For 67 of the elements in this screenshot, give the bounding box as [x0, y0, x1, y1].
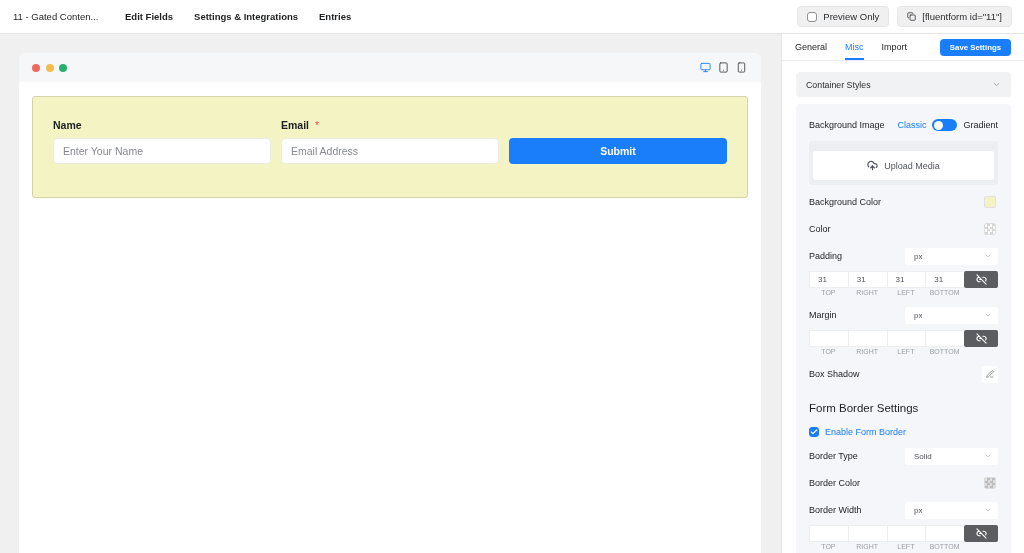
shortcode-button[interactable]: [fluentform id="11"] — [897, 6, 1012, 27]
setting-label: Border Width — [809, 505, 862, 515]
dot-icon — [59, 63, 67, 72]
checkbox[interactable] — [809, 426, 819, 437]
unlink-button[interactable] — [964, 525, 998, 542]
chevron-down-icon — [984, 252, 992, 260]
tablet-icon[interactable] — [718, 62, 729, 73]
spacing-input[interactable]: 31 — [886, 271, 926, 288]
copy-icon — [907, 12, 917, 21]
checkerboard-icon[interactable] — [984, 477, 996, 489]
setting-label: Background Image — [809, 120, 885, 130]
unlink-button[interactable] — [964, 330, 998, 347]
pen-icon — [986, 370, 994, 378]
settings-tab[interactable]: Import — [881, 34, 908, 60]
setting-label: Box Shadow — [809, 369, 860, 379]
form-title: 11 - Gated Conten... — [13, 11, 100, 22]
upload-media-button[interactable]: Upload Media — [813, 151, 994, 180]
dot-icon — [32, 63, 40, 72]
edit-shadow-button[interactable] — [982, 365, 998, 383]
crossed-link-icon — [975, 274, 987, 285]
spacing-input[interactable]: 31 — [847, 271, 887, 288]
chevron-down-icon — [984, 452, 992, 460]
crossed-link-icon — [975, 528, 987, 539]
spacing-input[interactable]: 31 — [809, 271, 848, 288]
chevron-down-icon — [984, 311, 992, 319]
phone-icon[interactable] — [736, 62, 747, 73]
required-mark: * — [315, 119, 320, 131]
spacing-input[interactable] — [925, 525, 964, 542]
spacing-input[interactable]: 31 — [925, 271, 964, 288]
text-input[interactable]: Enter Your Name — [53, 138, 271, 164]
checkbox[interactable] — [807, 11, 818, 22]
chevron-down-icon — [984, 506, 992, 514]
text-input[interactable]: Email Address — [281, 138, 499, 164]
checkbox-label[interactable]: Enable Form Border — [825, 426, 907, 437]
setting-label: Padding — [809, 251, 843, 261]
nav-link[interactable]: Entries — [319, 11, 352, 22]
cloud-upload-icon — [867, 160, 879, 171]
setting-label: Background Color — [809, 197, 882, 207]
field-label: Email — [281, 119, 309, 131]
setting-label: Color — [809, 224, 831, 234]
submit-button[interactable]: Submit — [509, 138, 727, 164]
unit-dropdown[interactable]: px — [905, 501, 998, 519]
setting-label: Border Color — [809, 478, 861, 488]
unit-dropdown[interactable]: px — [905, 306, 998, 324]
accordion-header[interactable]: Container Styles — [796, 72, 1011, 97]
option-label[interactable]: Classic — [897, 120, 927, 130]
option-label[interactable]: Gradient — [963, 120, 998, 130]
nav-link[interactable]: Edit Fields — [125, 11, 174, 22]
settings-tab[interactable]: General — [795, 34, 828, 60]
settings-tab[interactable]: Misc — [845, 34, 864, 60]
spacing-input[interactable] — [925, 330, 964, 347]
swatch-icon[interactable] — [984, 196, 996, 208]
chevron-down-icon — [992, 80, 1001, 89]
section-heading: Form Border Settings — [809, 401, 920, 416]
dot-icon — [45, 63, 54, 72]
crossed-link-icon — [975, 333, 987, 344]
unit-dropdown[interactable]: px — [905, 247, 998, 265]
nav-link[interactable]: Settings & Integrations — [194, 11, 299, 22]
field-label: Name — [53, 119, 82, 131]
setting-label: Border Type — [809, 451, 858, 461]
checkerboard-icon[interactable] — [984, 223, 996, 235]
toggle-switch[interactable] — [932, 119, 958, 131]
monitor-icon[interactable] — [700, 62, 711, 73]
border-type-dropdown[interactable]: Solid — [905, 447, 998, 465]
preview-only-button[interactable]: Preview Only — [797, 6, 890, 27]
unlink-button[interactable] — [964, 271, 998, 288]
setting-label: Margin — [809, 310, 837, 320]
